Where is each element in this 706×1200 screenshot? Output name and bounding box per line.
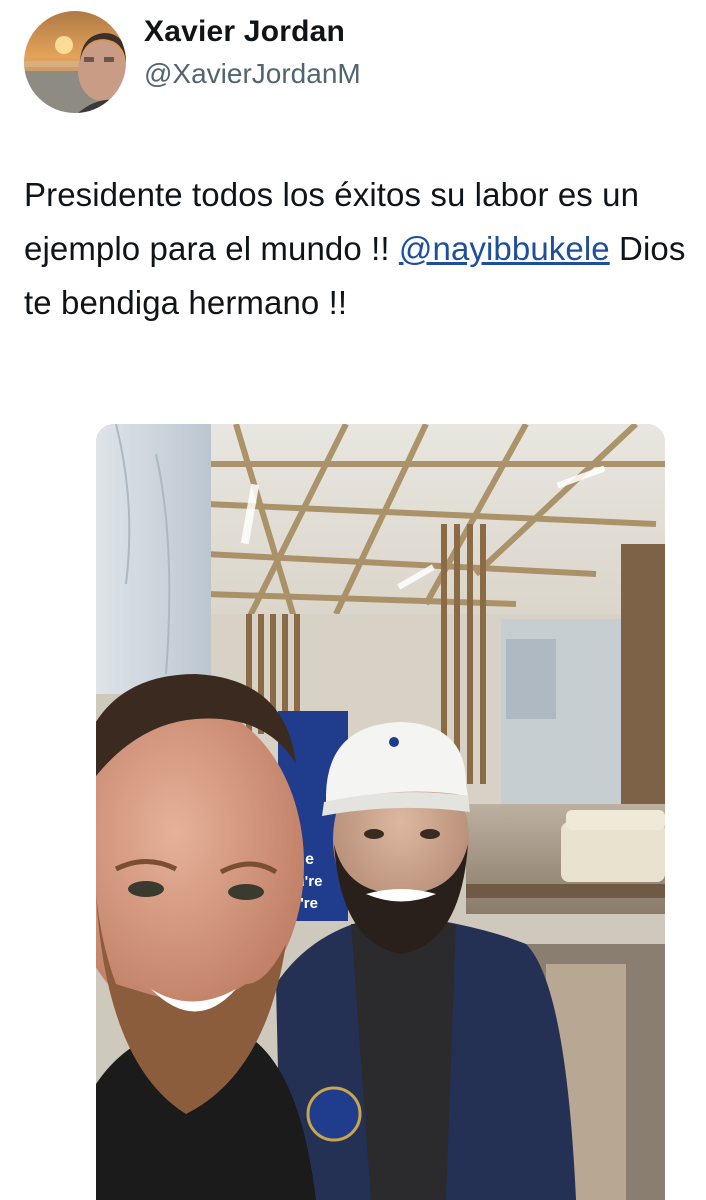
mention-link[interactable]: @nayibbukele <box>399 230 610 267</box>
user-handle[interactable]: @XavierJordanM <box>144 56 361 92</box>
tweet: Xavier Jordan @XavierJordanM Presidente … <box>0 0 706 1200</box>
avatar-image <box>24 11 126 113</box>
display-name[interactable]: Xavier Jordan <box>144 14 361 50</box>
tweet-text: Presidente todos los éxitos su labor es … <box>24 168 696 330</box>
author-names: Xavier Jordan @XavierJordanM <box>144 14 361 92</box>
avatar[interactable] <box>24 11 126 113</box>
tweet-photo[interactable]: so e you're We're <box>96 424 665 1200</box>
tweet-header: Xavier Jordan @XavierJordanM <box>24 10 361 114</box>
